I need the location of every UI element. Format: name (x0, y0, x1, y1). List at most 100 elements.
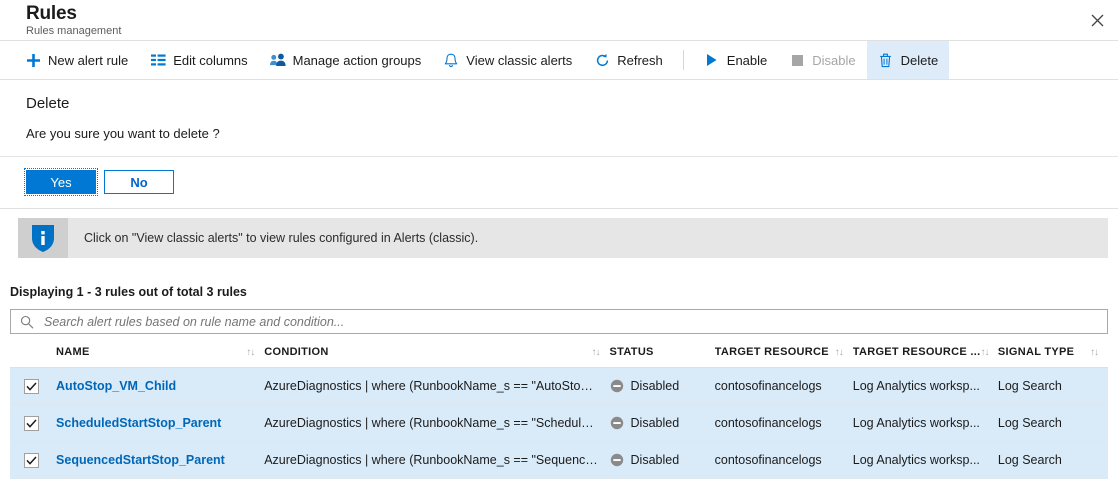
rule-signal-type-text: Log Search (998, 379, 1108, 393)
table-row[interactable]: AutoStop_VM_Child AzureDiagnostics | whe… (10, 368, 1108, 405)
row-checkbox[interactable] (24, 453, 39, 468)
rule-target-resource-cell: contosofinancelogs (715, 405, 853, 442)
column-header-name[interactable]: NAME ↑↓ (56, 346, 264, 368)
confirm-actions: Yes No (0, 156, 1118, 208)
rule-status-text: Disabled (631, 379, 680, 393)
column-header-select (10, 346, 56, 368)
info-banner-wrap: Click on "View classic alerts" to view r… (0, 209, 1118, 258)
rule-name-link[interactable]: AutoStop_VM_Child (56, 379, 264, 393)
search-icon (20, 315, 34, 329)
column-header-condition-label: CONDITION (264, 346, 328, 358)
row-checkbox[interactable] (24, 379, 39, 394)
play-icon (704, 52, 720, 68)
delete-button[interactable]: Delete (867, 41, 950, 79)
table-body: AutoStop_VM_Child AzureDiagnostics | whe… (10, 368, 1108, 479)
sort-icon[interactable]: ↑↓ (246, 347, 254, 358)
confirm-question: Are you sure you want to delete ? (0, 125, 1118, 156)
column-header-condition[interactable]: CONDITION ↑↓ (264, 346, 609, 368)
displaying-count: Displaying 1 - 3 rules out of total 3 ru… (0, 258, 1118, 299)
confirm-yes-button[interactable]: Yes (26, 170, 96, 194)
info-banner: Click on "View classic alerts" to view r… (18, 218, 1108, 258)
title-block: Rules Rules management (26, 3, 121, 38)
sort-icon[interactable]: ↑↓ (980, 347, 988, 358)
rule-target-resource-cell: contosofinancelogs (715, 442, 853, 479)
row-select-cell[interactable] (10, 405, 56, 442)
bell-icon (443, 52, 459, 68)
rule-target-resource-text: contosofinancelogs (715, 379, 853, 393)
rules-blade: Rules Rules management New alert rule (0, 0, 1118, 501)
edit-columns-button[interactable]: Edit columns (139, 41, 258, 79)
rule-condition-text: AzureDiagnostics | where (RunbookName_s … (264, 379, 609, 393)
plus-icon (25, 52, 41, 68)
rule-name-link[interactable]: SequencedStartStop_Parent (56, 453, 264, 467)
trash-icon (878, 52, 894, 68)
table-row[interactable]: SequencedStartStop_Parent AzureDiagnosti… (10, 442, 1108, 479)
disable-label: Disable (812, 53, 855, 68)
rule-target-resource-type-cell: Log Analytics worksp... (853, 405, 998, 442)
confirm-no-button[interactable]: No (104, 170, 174, 194)
enable-label: Enable (727, 53, 767, 68)
view-classic-alerts-button[interactable]: View classic alerts (432, 41, 583, 79)
rule-signal-type-cell: Log Search (998, 405, 1108, 442)
disabled-icon (610, 453, 624, 467)
rule-condition-cell: AzureDiagnostics | where (RunbookName_s … (264, 368, 609, 405)
rule-target-resource-type-text: Log Analytics worksp... (853, 379, 998, 393)
page-title: Rules (26, 3, 121, 25)
command-toolbar: New alert rule Edit columns (0, 41, 1118, 80)
table-header: NAME ↑↓ CONDITION ↑↓ STATUS (10, 346, 1108, 368)
rule-signal-type-text: Log Search (998, 453, 1108, 467)
delete-confirmation-panel: Delete Are you sure you want to delete ?… (0, 80, 1118, 209)
column-header-signal-type-label: SIGNAL TYPE (998, 346, 1074, 358)
rule-signal-type-text: Log Search (998, 416, 1108, 430)
columns-icon (150, 52, 166, 68)
table-row[interactable]: ScheduledStartStop_Parent AzureDiagnosti… (10, 405, 1108, 442)
rule-target-resource-type-cell: Log Analytics worksp... (853, 442, 998, 479)
column-header-status[interactable]: STATUS (610, 346, 715, 368)
row-checkbox[interactable] (24, 416, 39, 431)
rule-target-resource-text: contosofinancelogs (715, 416, 853, 430)
rule-target-resource-type-cell: Log Analytics worksp... (853, 368, 998, 405)
rule-name-cell[interactable]: ScheduledStartStop_Parent (56, 405, 264, 442)
new-alert-rule-button[interactable]: New alert rule (14, 41, 139, 79)
column-header-target-resource[interactable]: TARGET RESOURCE ↑↓ (715, 346, 853, 368)
column-header-name-label: NAME (56, 346, 90, 358)
search-input[interactable] (42, 314, 1098, 330)
close-button[interactable] (1076, 0, 1118, 40)
rule-target-resource-type-text: Log Analytics worksp... (853, 416, 998, 430)
column-header-target-resource-label: TARGET RESOURCE (715, 346, 829, 358)
stop-icon (789, 52, 805, 68)
new-alert-rule-label: New alert rule (48, 53, 128, 68)
close-icon (1091, 14, 1104, 27)
disable-button: Disable (778, 41, 866, 79)
column-header-target-resource-type[interactable]: TARGET RESOURCE ... ↑↓ (853, 346, 998, 368)
sort-icon[interactable]: ↑↓ (592, 347, 600, 358)
rule-name-cell[interactable]: AutoStop_VM_Child (56, 368, 264, 405)
column-header-signal-type[interactable]: SIGNAL TYPE ↑↓ (998, 346, 1108, 368)
rule-target-resource-cell: contosofinancelogs (715, 368, 853, 405)
refresh-button[interactable]: Refresh (583, 41, 674, 79)
rule-name-link[interactable]: ScheduledStartStop_Parent (56, 416, 264, 430)
toolbar-divider (683, 50, 684, 70)
column-header-target-resource-type-label: TARGET RESOURCE ... (853, 346, 981, 358)
sort-icon[interactable]: ↑↓ (835, 347, 843, 358)
manage-action-groups-button[interactable]: Manage action groups (259, 41, 433, 79)
info-message: Click on "View classic alerts" to view r… (68, 218, 478, 258)
view-classic-alerts-label: View classic alerts (466, 53, 572, 68)
enable-button[interactable]: Enable (693, 41, 778, 79)
page-subtitle: Rules management (26, 25, 121, 38)
rule-name-cell[interactable]: SequencedStartStop_Parent (56, 442, 264, 479)
refresh-label: Refresh (617, 53, 663, 68)
rule-signal-type-cell: Log Search (998, 442, 1108, 479)
edit-columns-label: Edit columns (173, 53, 247, 68)
row-select-cell[interactable] (10, 368, 56, 405)
rule-condition-text: AzureDiagnostics | where (RunbookName_s … (264, 453, 609, 467)
rule-condition-cell: AzureDiagnostics | where (RunbookName_s … (264, 442, 609, 479)
rule-status-cell: Disabled (610, 405, 715, 442)
search-box[interactable] (10, 309, 1108, 334)
refresh-icon (594, 52, 610, 68)
row-select-cell[interactable] (10, 442, 56, 479)
rule-status-cell: Disabled (610, 368, 715, 405)
sort-icon[interactable]: ↑↓ (1090, 347, 1098, 358)
rule-condition-cell: AzureDiagnostics | where (RunbookName_s … (264, 405, 609, 442)
disabled-icon (610, 416, 624, 430)
